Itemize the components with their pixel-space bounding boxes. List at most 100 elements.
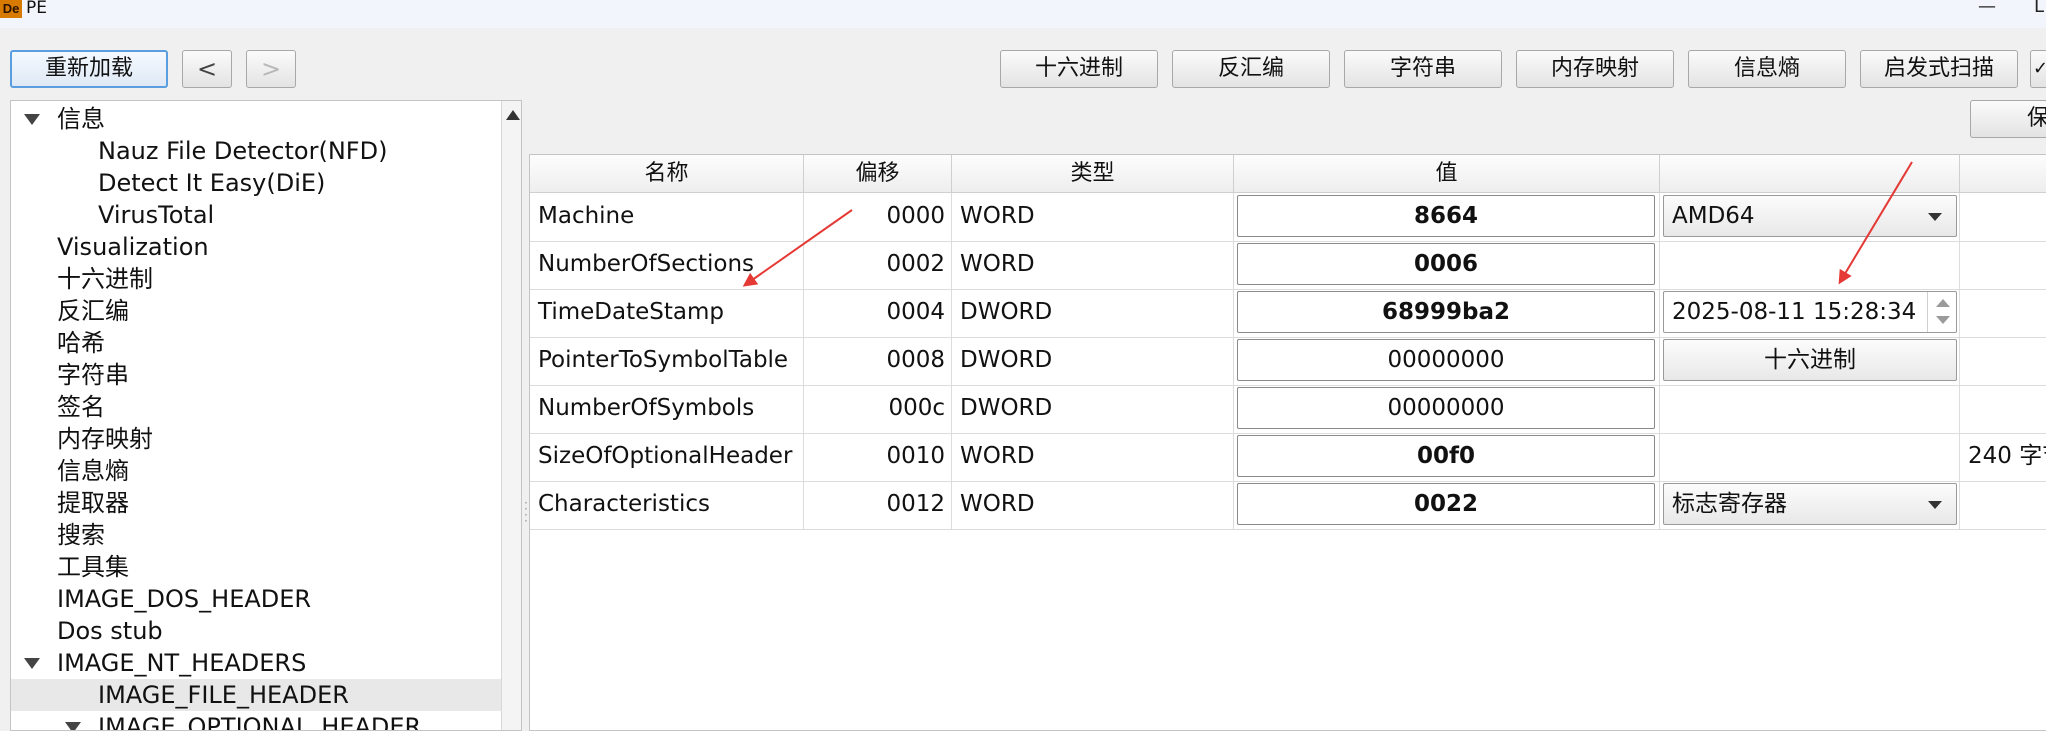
minimize-button[interactable]: — — [1978, 0, 1996, 17]
column-header-name[interactable]: 名称 — [530, 155, 804, 193]
tree-item-nfd[interactable]: Nauz File Detector(NFD) — [11, 135, 521, 167]
table-row[interactable]: TimeDateStamp 0004 DWORD 68999ba2 2025-0… — [530, 289, 2046, 338]
column-header-comment[interactable] — [1960, 155, 2046, 193]
tree-item-label: 哈希 — [57, 329, 105, 357]
column-header-value[interactable]: 值 — [1234, 155, 1660, 193]
tree-item-virustotal[interactable]: VirusTotal — [11, 199, 521, 231]
field-type: DWORD — [952, 289, 1234, 337]
column-header-info[interactable] — [1660, 155, 1960, 193]
field-type: DWORD — [952, 385, 1234, 433]
tree-item-hex[interactable]: 十六进制 — [11, 263, 521, 295]
tree-item-signatures[interactable]: 签名 — [11, 391, 521, 423]
app-logo-icon: De — [0, 0, 22, 18]
file-header-table: 名称 偏移 类型 值 Machine 0000 WORD 8664 AMD64 … — [529, 154, 2046, 731]
field-comment — [1960, 241, 2046, 289]
table-row[interactable]: NumberOfSymbols 000c DWORD 00000000 — [530, 385, 2046, 434]
window-title: PE — [26, 0, 47, 18]
tree-item-hash[interactable]: 哈希 — [11, 327, 521, 359]
tab-heuristic-scan-button[interactable]: 启发式扫描 — [1860, 50, 2018, 88]
chevron-down-icon[interactable] — [1928, 213, 1942, 221]
field-name: NumberOfSections — [530, 241, 804, 289]
field-offset: 0012 — [804, 481, 952, 529]
datetime-spinbox[interactable]: 2025-08-11 15:28:34 — [1663, 291, 1957, 333]
field-offset: 0002 — [804, 241, 952, 289]
tree-item-disasm[interactable]: 反汇编 — [11, 295, 521, 327]
title-bar: De PE — L — [0, 0, 2046, 28]
tree-item-dos-header[interactable]: IMAGE_DOS_HEADER — [11, 583, 521, 615]
tree-item-nt-headers[interactable]: IMAGE_NT_HEADERS — [11, 647, 521, 679]
value-field[interactable]: 0006 — [1237, 243, 1655, 285]
tree-item-label: 字符串 — [57, 361, 129, 389]
value-field[interactable]: 68999ba2 — [1237, 291, 1655, 333]
tree-item-label: 十六进制 — [57, 265, 153, 293]
machine-combo[interactable]: AMD64 — [1663, 195, 1957, 237]
field-info — [1660, 433, 1960, 481]
tree-item-label: 内存映射 — [57, 425, 153, 453]
characteristics-combo[interactable]: 标志寄存器 — [1663, 483, 1957, 525]
forward-button[interactable]: > — [246, 50, 296, 88]
field-name: SizeOfOptionalHeader — [530, 433, 804, 481]
expand-arrow-icon[interactable] — [65, 722, 81, 730]
tree-item-memory-map[interactable]: 内存映射 — [11, 423, 521, 455]
field-offset: 0000 — [804, 193, 952, 241]
tree-item-info[interactable]: 信息 — [11, 103, 521, 135]
value-field[interactable]: 00f0 — [1237, 435, 1655, 477]
expand-arrow-icon[interactable] — [24, 658, 40, 669]
field-type: WORD — [952, 193, 1234, 241]
tree-item-label: Nauz File Detector(NFD) — [98, 137, 388, 165]
tree-item-label: 信息 — [57, 105, 105, 133]
tree-item-label: 提取器 — [57, 489, 129, 517]
tree-item-entropy[interactable]: 信息熵 — [11, 455, 521, 487]
tree-item-file-header[interactable]: IMAGE_FILE_HEADER — [11, 679, 521, 711]
maximize-button[interactable]: L — [2034, 0, 2044, 17]
tree-item-die[interactable]: Detect It Easy(DiE) — [11, 167, 521, 199]
options-checkbox[interactable]: ✓ — [2030, 50, 2046, 88]
combo-value: AMD64 — [1672, 203, 1755, 229]
tree-item-dos-stub[interactable]: Dos stub — [11, 615, 521, 647]
field-name: NumberOfSymbols — [530, 385, 804, 433]
field-offset: 0010 — [804, 433, 952, 481]
field-comment — [1960, 337, 2046, 385]
tab-entropy-button[interactable]: 信息熵 — [1688, 50, 1846, 88]
column-header-offset[interactable]: 偏移 — [804, 155, 952, 193]
reload-button[interactable]: 重新加载 — [10, 50, 168, 88]
chevron-down-icon[interactable] — [1928, 501, 1942, 509]
spin-up-icon[interactable] — [1936, 299, 1950, 307]
tab-disasm-button[interactable]: 反汇编 — [1172, 50, 1330, 88]
tree-item-optional-header[interactable]: IMAGE_OPTIONAL_HEADER — [11, 711, 521, 731]
tab-memory-map-button[interactable]: 内存映射 — [1516, 50, 1674, 88]
splitter-handle[interactable]: · · · · — [524, 497, 528, 527]
back-button[interactable]: < — [182, 50, 232, 88]
table-row[interactable]: Characteristics 0012 WORD 0022 标志寄存器 — [530, 481, 2046, 530]
table-row[interactable]: PointerToSymbolTable 0008 DWORD 00000000… — [530, 337, 2046, 386]
table-row[interactable]: SizeOfOptionalHeader 0010 WORD 00f0 240 … — [530, 433, 2046, 482]
save-button[interactable]: 保 — [1970, 100, 2046, 138]
tree-item-extractor[interactable]: 提取器 — [11, 487, 521, 519]
tree-scrollbar[interactable] — [501, 101, 521, 730]
tab-strings-button[interactable]: 字符串 — [1344, 50, 1502, 88]
value-field[interactable]: 00000000 — [1237, 339, 1655, 381]
field-type: WORD — [952, 481, 1234, 529]
tab-hex-button[interactable]: 十六进制 — [1000, 50, 1158, 88]
tree-item-label: Visualization — [57, 233, 209, 261]
field-comment — [1960, 193, 2046, 241]
datetime-value: 2025-08-11 15:28:34 — [1672, 299, 1917, 325]
tree-item-label: 签名 — [57, 393, 105, 421]
column-header-type[interactable]: 类型 — [952, 155, 1234, 193]
table-row[interactable]: Machine 0000 WORD 8664 AMD64 — [530, 193, 2046, 242]
table-row[interactable]: NumberOfSections 0002 WORD 0006 — [530, 241, 2046, 290]
tree-item-label: IMAGE_FILE_HEADER — [98, 681, 349, 709]
navigation-tree: 信息 Nauz File Detector(NFD) Detect It Eas… — [10, 100, 522, 731]
spin-down-icon[interactable] — [1936, 316, 1950, 324]
tree-item-label: IMAGE_OPTIONAL_HEADER — [98, 713, 422, 731]
tree-item-search[interactable]: 搜索 — [11, 519, 521, 551]
tree-item-tools[interactable]: 工具集 — [11, 551, 521, 583]
scroll-up-arrow-icon[interactable] — [506, 110, 520, 120]
tree-item-visualization[interactable]: Visualization — [11, 231, 521, 263]
value-field[interactable]: 0022 — [1237, 483, 1655, 525]
tree-item-strings[interactable]: 字符串 — [11, 359, 521, 391]
value-field[interactable]: 00000000 — [1237, 387, 1655, 429]
expand-arrow-icon[interactable] — [24, 114, 40, 125]
hex-view-button[interactable]: 十六进制 — [1663, 339, 1957, 381]
value-field[interactable]: 8664 — [1237, 195, 1655, 237]
